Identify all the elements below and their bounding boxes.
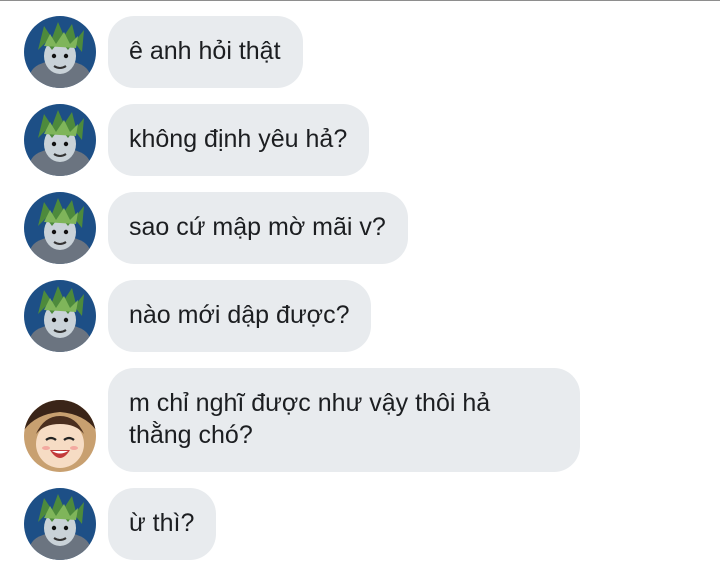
message-bubble[interactable]: ừ thì? xyxy=(108,488,217,560)
green-hair-avatar-icon[interactable] xyxy=(24,104,96,176)
message-bubble[interactable]: ê anh hỏi thật xyxy=(108,16,303,88)
message-bubble[interactable]: nào mới dập được? xyxy=(108,280,372,352)
laughing-girl-avatar-icon[interactable] xyxy=(24,400,96,472)
top-divider xyxy=(0,0,720,1)
message-bubble[interactable]: sao cứ mập mờ mãi v? xyxy=(108,192,408,264)
green-hair-avatar-icon[interactable] xyxy=(24,192,96,264)
green-hair-avatar-icon[interactable] xyxy=(24,488,96,560)
green-hair-avatar-icon[interactable] xyxy=(24,280,96,352)
green-hair-avatar-icon[interactable] xyxy=(24,16,96,88)
message-bubble[interactable]: không định yêu hả? xyxy=(108,104,370,176)
message-bubble[interactable]: m chỉ nghĩ được như vậy thôi hả thằng ch… xyxy=(108,368,580,472)
